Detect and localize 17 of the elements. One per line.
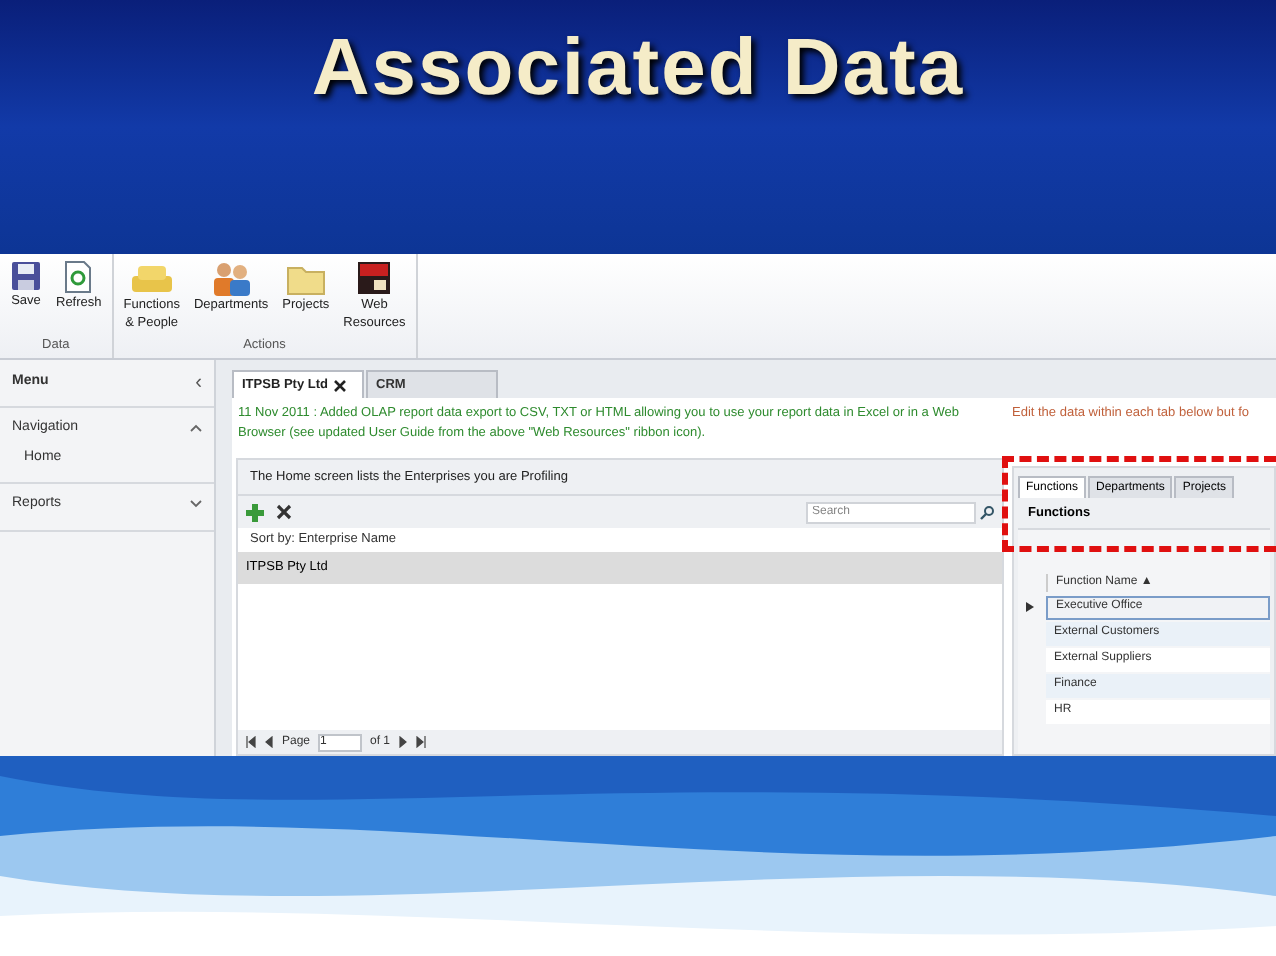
chevron-icon[interactable] — [190, 500, 202, 508]
previous-page-icon[interactable] — [264, 736, 274, 748]
first-page-icon[interactable] — [246, 736, 256, 748]
collapse-button[interactable]: ‹ — [195, 368, 202, 398]
slide-title: Associated Data — [311, 28, 965, 108]
folder-stack-icon — [129, 260, 174, 296]
people-icon — [209, 260, 254, 296]
delete-icon[interactable] — [276, 504, 292, 520]
book-cover-icon — [356, 260, 393, 296]
close-icon[interactable] — [333, 379, 346, 391]
search-icon — [980, 505, 994, 519]
last-page-icon[interactable] — [416, 736, 427, 748]
add-icon[interactable] — [246, 503, 264, 521]
chevron-icon[interactable] — [190, 424, 202, 432]
row-pointer-icon — [1026, 602, 1034, 612]
next-page-icon[interactable] — [398, 736, 409, 748]
refresh-document-icon — [64, 260, 93, 294]
